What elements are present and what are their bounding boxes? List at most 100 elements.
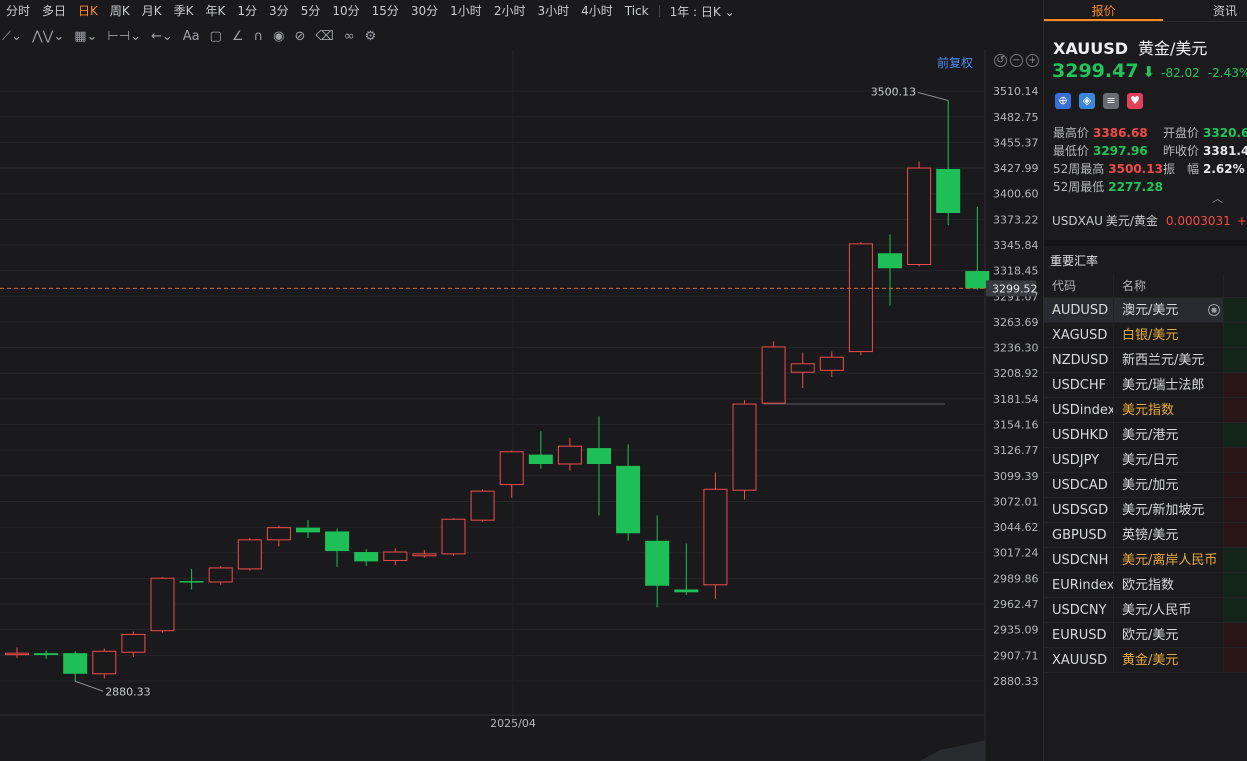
- period-9[interactable]: 5分: [295, 0, 327, 22]
- table-row[interactable]: USDJPY 美元/日元: [1044, 448, 1247, 473]
- inverse-quote[interactable]: USDXAU美元/黄金 0.0003031 +0: [1052, 212, 1247, 229]
- candle-body[interactable]: [121, 633, 146, 653]
- candle-body[interactable]: [936, 168, 961, 213]
- table-row[interactable]: USDSGD 美元/新加坡元: [1044, 498, 1247, 523]
- candle-body[interactable]: [383, 551, 408, 561]
- chart-tool-icon[interactable]: ▦⌄: [74, 29, 97, 44]
- candle-body[interactable]: [965, 271, 990, 289]
- tab-quote[interactable]: 报价: [1044, 0, 1164, 21]
- period-8[interactable]: 3分: [263, 0, 295, 22]
- candle-body[interactable]: [179, 581, 204, 583]
- candle-body[interactable]: [878, 253, 902, 269]
- table-row[interactable]: USDHKD 美元/港元: [1044, 423, 1247, 448]
- candle-body[interactable]: [354, 552, 379, 562]
- candle-body[interactable]: [674, 589, 699, 593]
- globe-icon[interactable]: ⊕: [1055, 93, 1071, 109]
- table-row[interactable]: GBPUSD 英镑/美元: [1044, 523, 1247, 548]
- candle-body[interactable]: [412, 553, 437, 557]
- range-selector[interactable]: 1年 : 日K ⌄: [664, 3, 741, 20]
- tab-news[interactable]: 资讯: [1163, 0, 1247, 21]
- period-6[interactable]: 年K: [200, 0, 232, 22]
- note-tool-icon[interactable]: ▢: [210, 29, 222, 44]
- candle-body[interactable]: [907, 167, 932, 266]
- candle-body[interactable]: [819, 356, 844, 371]
- period-3[interactable]: 周K: [104, 0, 136, 22]
- candle-body[interactable]: [34, 653, 59, 656]
- candle-body[interactable]: [528, 454, 553, 464]
- table-row[interactable]: USDCNY 美元/人民币: [1044, 598, 1247, 623]
- link-icon[interactable]: ∞: [344, 29, 355, 44]
- table-row[interactable]: USDCAD 美元/加元: [1044, 473, 1247, 498]
- candle-body[interactable]: [761, 346, 786, 404]
- candle-body[interactable]: [848, 243, 873, 353]
- period-4[interactable]: 月K: [136, 0, 168, 22]
- line-tool-icon[interactable]: ⟋⌄: [2, 29, 22, 44]
- ruler-tool-icon[interactable]: ∠: [232, 29, 244, 44]
- trash-icon[interactable]: ⌫: [315, 29, 333, 44]
- period-15[interactable]: 3小时: [531, 0, 575, 22]
- candle-body[interactable]: [5, 652, 29, 656]
- chart-canvas[interactable]: 3510.14 3482.75 3455.37 3427.99 3400.60 3373.…: [0, 50, 1043, 761]
- reset-icon[interactable]: ↺: [994, 54, 1007, 67]
- column-code[interactable]: 代码: [1044, 274, 1114, 297]
- period-11[interactable]: 15分: [366, 0, 405, 22]
- eye-icon[interactable]: ◉: [273, 29, 284, 44]
- table-row[interactable]: AUDUSD 澳元/美元 ●: [1044, 298, 1247, 323]
- adjust-mode-label[interactable]: 前复权: [937, 54, 973, 71]
- candle-body[interactable]: [557, 445, 582, 465]
- candle-body[interactable]: [616, 465, 641, 534]
- candle-body[interactable]: [587, 448, 611, 464]
- period-0[interactable]: 分时: [0, 0, 36, 22]
- candle-body[interactable]: [296, 527, 320, 533]
- period-14[interactable]: 2小时: [488, 0, 532, 22]
- period-7[interactable]: 1分: [231, 0, 263, 22]
- candle-body[interactable]: [237, 539, 262, 570]
- column-name[interactable]: 名称: [1114, 274, 1224, 297]
- period-5[interactable]: 季K: [168, 0, 200, 22]
- magnet-icon[interactable]: ∩: [254, 29, 264, 44]
- heart-icon[interactable]: ♥: [1127, 93, 1143, 109]
- wave-tool-icon[interactable]: ⋀⋁⌄: [32, 29, 64, 44]
- candle-body[interactable]: [470, 490, 495, 521]
- candle-body[interactable]: [790, 363, 815, 373]
- period-16[interactable]: 4小时: [575, 0, 619, 22]
- candle-body[interactable]: [325, 531, 350, 552]
- hide-icon[interactable]: ⊘: [294, 29, 305, 44]
- zoom-in-icon[interactable]: +: [1026, 54, 1039, 67]
- candle-body[interactable]: [150, 577, 175, 632]
- table-row[interactable]: NZDUSD 新西兰元/美元: [1044, 348, 1247, 373]
- candle-body[interactable]: [208, 567, 233, 583]
- candle-body[interactable]: [92, 650, 117, 675]
- table-row[interactable]: EURUSD 欧元/美元: [1044, 623, 1247, 648]
- period-12[interactable]: 30分: [405, 0, 444, 22]
- table-row[interactable]: USDCHF 美元/瑞士法郎: [1044, 373, 1247, 398]
- table-row[interactable]: EURindex 欧元指数: [1044, 573, 1247, 598]
- zoom-out-icon[interactable]: −: [1010, 54, 1023, 67]
- candle-body[interactable]: [63, 653, 88, 674]
- table-row[interactable]: XAUUSD 黄金/美元: [1044, 648, 1247, 673]
- tag-icon[interactable]: ◈: [1079, 93, 1095, 109]
- arrow-tool-icon[interactable]: ←⌄: [151, 29, 173, 44]
- period-10[interactable]: 10分: [326, 0, 365, 22]
- candle-body[interactable]: [441, 518, 466, 555]
- candle-body[interactable]: [645, 540, 670, 586]
- period-2[interactable]: 日K: [72, 0, 104, 22]
- candle-body[interactable]: [499, 451, 524, 486]
- y-tick-label: 3373.22: [993, 213, 1039, 226]
- period-1[interactable]: 多日: [36, 0, 72, 22]
- candle-body[interactable]: [266, 527, 291, 541]
- pin-icon[interactable]: ●: [1208, 304, 1220, 316]
- collapse-icon[interactable]: ︿: [1212, 190, 1223, 206]
- period-17[interactable]: Tick: [619, 0, 655, 22]
- candle-body[interactable]: [732, 403, 757, 491]
- measure-tool-icon[interactable]: ⊢⊣⌄: [107, 29, 141, 44]
- tool-settings-icon[interactable]: ⚙: [365, 29, 377, 44]
- text-tool-icon[interactable]: Aa: [183, 29, 200, 44]
- table-row[interactable]: USDCNH 美元/离岸人民币: [1044, 548, 1247, 573]
- kline-chart[interactable]: 3510.14 3482.75 3455.37 3427.99 3400.60 3373.…: [0, 50, 1043, 761]
- notes-icon[interactable]: ≡: [1103, 93, 1119, 109]
- table-row[interactable]: USDindex 美元指数: [1044, 398, 1247, 423]
- table-row[interactable]: XAGUSD 白银/美元: [1044, 323, 1247, 348]
- candle-body[interactable]: [703, 488, 728, 586]
- period-13[interactable]: 1小时: [444, 0, 488, 22]
